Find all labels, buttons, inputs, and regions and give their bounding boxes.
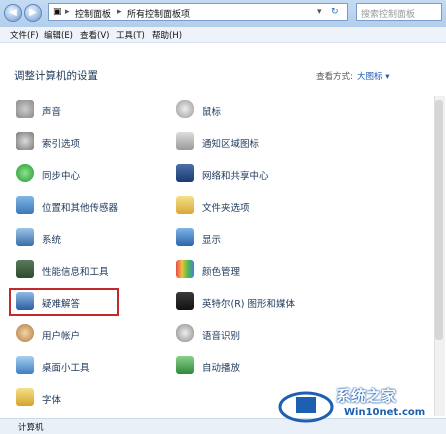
- item-label: 性能信息和工具: [42, 267, 109, 278]
- watermark-url: Win10net.com: [344, 407, 426, 418]
- address-bar[interactable]: ▣ ▸ 控制面板 ▸ 所有控制面板项 ▾ ↻: [48, 3, 348, 21]
- magnifier-icon: [16, 132, 34, 150]
- logo-icon: [278, 391, 334, 423]
- item-label: 位置和其他传感器: [42, 203, 119, 214]
- computer-icon: [16, 228, 34, 246]
- chevron-icon: ▸: [117, 7, 122, 17]
- view-mode-select[interactable]: 大图标 ▾: [357, 70, 389, 82]
- highlight-box: [9, 288, 119, 316]
- font-folder-icon: [16, 388, 34, 406]
- monitor-icon: [176, 228, 194, 246]
- item-label: 显示: [202, 235, 222, 246]
- performance-icon: [16, 260, 34, 278]
- gadget-icon: [16, 356, 34, 374]
- chevron-icon: ▸: [65, 7, 70, 17]
- dropdown-icon[interactable]: ▾: [317, 7, 322, 17]
- network-icon: [176, 164, 194, 182]
- item-label: 同步中心: [42, 171, 81, 182]
- back-button[interactable]: ◀: [4, 4, 22, 22]
- item-label: 文件夹选项: [202, 203, 250, 214]
- item-label: 声音: [42, 107, 62, 118]
- speaker-icon: [16, 100, 34, 118]
- item-label: 索引选项: [42, 139, 81, 150]
- color-icon: [176, 260, 194, 278]
- sensor-icon: [16, 196, 34, 214]
- mouse-icon: [176, 100, 194, 118]
- forward-button[interactable]: ▶: [24, 4, 42, 22]
- sync-icon: [16, 164, 34, 182]
- search-input[interactable]: 搜索控制面板: [356, 3, 442, 21]
- menu-bar: 文件(F) 编辑(E) 查看(V) 工具(T) 帮助(H): [0, 27, 446, 43]
- item-label: 颜色管理: [202, 267, 241, 278]
- notification-icon: [176, 132, 194, 150]
- graphics-icon: [176, 292, 194, 310]
- watermark-title: 系统之家: [336, 387, 397, 405]
- menu-tools[interactable]: 工具(T): [116, 29, 145, 41]
- menu-help[interactable]: 帮助(H): [152, 29, 182, 41]
- item-label: 桌面小工具: [42, 363, 90, 374]
- item-label: 通知区域图标: [202, 139, 260, 150]
- breadcrumb-all-items[interactable]: 所有控制面板项: [127, 7, 190, 20]
- status-text: 计算机: [18, 423, 44, 433]
- breadcrumb-control-panel[interactable]: 控制面板: [75, 7, 111, 20]
- item-label: 语音识别: [202, 331, 241, 342]
- refresh-icon[interactable]: ↻: [331, 7, 339, 17]
- microphone-icon: [176, 324, 194, 342]
- menu-view[interactable]: 查看(V): [80, 29, 109, 41]
- item-label: 鼠标: [202, 107, 222, 118]
- window-chrome: ◀ ▶ ▣ ▸ 控制面板 ▸ 所有控制面板项 ▾ ↻ 搜索控制面板 文件(F) …: [0, 0, 446, 43]
- item-label: 用户帐户: [42, 331, 81, 342]
- item-label: 系统: [42, 235, 62, 246]
- item-label: 网络和共享中心: [202, 171, 269, 182]
- folder-icon: [176, 196, 194, 214]
- item-label: 英特尔(R) 图形和媒体: [202, 299, 296, 310]
- address-folder-icon: ▣: [53, 7, 62, 17]
- view-mode-label: 查看方式:: [316, 72, 353, 82]
- control-panel-window: ◀ ▶ ▣ ▸ 控制面板 ▸ 所有控制面板项 ▾ ↻ 搜索控制面板 文件(F) …: [0, 0, 446, 434]
- item-label: 自动播放: [202, 363, 241, 374]
- watermark: 系统之家 Win10net.com: [278, 383, 444, 427]
- page-title: 调整计算机的设置: [14, 70, 98, 82]
- menu-edit[interactable]: 编辑(E): [44, 29, 73, 41]
- menu-file[interactable]: 文件(F): [10, 29, 39, 41]
- users-icon: [16, 324, 34, 342]
- autoplay-icon: [176, 356, 194, 374]
- item-label: 字体: [42, 395, 62, 406]
- scrollbar-thumb[interactable]: [435, 100, 443, 340]
